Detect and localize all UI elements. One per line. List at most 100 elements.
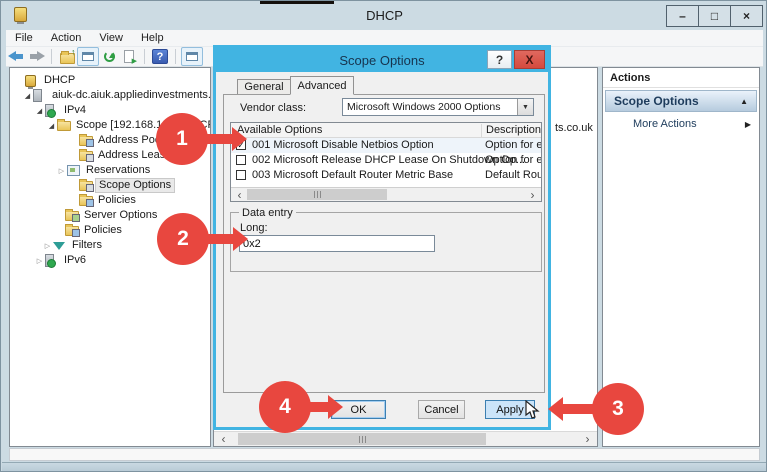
dialog-title: Scope Options [339,53,424,68]
annotation-arrow-2 [205,234,233,244]
scroll-left-button[interactable]: ‹ [216,432,231,446]
annotation-arrow-3 [563,404,595,414]
tab-general[interactable]: General [237,79,291,95]
policies-icon [79,196,95,206]
close-button[interactable]: × [730,5,763,27]
show-action-pane-button[interactable] [181,47,203,66]
collapsed-triangle-icon[interactable]: ▷ [56,167,67,175]
more-actions-label: More Actions [633,118,697,130]
tree-item-server[interactable]: ◢ aiuk-dc.aiuk.appliedinvestments.co.uk [10,88,210,103]
scroll-right-button[interactable]: › [580,432,595,446]
address-leases-icon [79,151,95,161]
column-description[interactable]: Description [481,124,541,138]
up-one-level-button[interactable] [57,48,77,66]
scrollbar-thumb[interactable] [247,189,387,200]
expanded-triangle-icon[interactable]: ◢ [34,107,45,115]
server-options-icon [65,211,81,221]
option-row-003[interactable]: 003 Microsoft Default Router Metric Base… [231,168,541,183]
forward-arrow-icon [28,51,45,62]
dialog-close-button[interactable]: X [514,50,545,69]
dialog-title-bar: Scope Options ? X [216,48,548,72]
list-header: Available Options Description [231,123,541,138]
window-title: DHCP [2,8,767,23]
annotation-step-1: 1 [156,113,208,165]
refresh-button[interactable] [99,48,119,66]
checkbox-unchecked-icon[interactable] [236,155,246,165]
ipv6-server-icon [45,254,61,267]
reservations-icon [67,165,83,176]
menu-file[interactable]: File [6,30,42,46]
collapse-section-icon[interactable]: ▲ [740,97,748,106]
list-horizontal-scrollbar[interactable]: ‹ › [231,187,541,201]
scope-options-icon [79,181,95,191]
vendor-class-label: Vendor class: [240,102,306,114]
annotation-arrow-1 [204,134,232,144]
show-console-tree-button[interactable] [77,47,99,66]
status-strip [9,448,760,461]
vendor-class-dropdown[interactable]: Microsoft Windows 2000 Options ▼ [342,98,534,116]
export-list-icon [124,50,134,63]
option-row-002[interactable]: 002 Microsoft Release DHCP Lease On Shut… [231,153,541,168]
annotation-arrow-4 [306,402,328,412]
toolbar-separator [144,49,145,64]
expanded-triangle-icon[interactable]: ◢ [46,122,57,130]
scrollbar-grip-icon [359,436,366,443]
dhcp-console-window: DHCP – □ × File Action View Help [0,0,767,472]
option-row-001[interactable]: 001 Microsoft Disable Netbios Option Opt… [231,138,541,153]
help-icon [152,49,168,64]
dropdown-arrow-icon[interactable]: ▼ [517,99,533,115]
window-controls: – □ × [667,5,763,27]
action-pane-icon [186,52,198,61]
tree-item-scope-options[interactable]: Scope Options [10,178,210,193]
console-window-icon [82,52,94,61]
help-button[interactable] [150,48,170,66]
annotation-arrowhead-2 [233,227,248,251]
actions-header: Actions [603,68,759,88]
forward-button[interactable] [26,48,46,66]
column-available-options[interactable]: Available Options [237,124,322,136]
long-value-input[interactable] [239,235,435,252]
collapsed-triangle-icon[interactable]: ▷ [34,257,45,265]
annotation-step-4: 4 [259,381,311,433]
annotation-arrowhead-1 [232,127,247,151]
address-pool-icon [79,136,95,146]
ipv4-server-icon [45,104,61,117]
back-arrow-icon [8,51,25,62]
minimize-button[interactable]: – [666,5,699,27]
annotation-arrowhead-3 [548,397,563,421]
back-button[interactable] [6,48,26,66]
server-icon [33,89,49,102]
cancel-button[interactable]: Cancel [418,400,465,419]
scroll-left-button[interactable]: ‹ [232,188,247,201]
menu-help[interactable]: Help [132,30,173,46]
menu-action[interactable]: Action [42,30,91,46]
folder-up-icon [60,53,75,64]
horizontal-scrollbar[interactable]: ‹ › [214,431,597,446]
scrollbar-thumb[interactable] [238,433,486,445]
scroll-right-button[interactable]: › [525,188,540,201]
vendor-class-value: Microsoft Windows 2000 Options [343,101,517,113]
expanded-triangle-icon[interactable]: ◢ [22,92,33,100]
export-list-button[interactable] [119,48,139,66]
refresh-icon [104,51,115,62]
dialog-help-button[interactable]: ? [487,50,512,69]
scrollbar-grip-icon [314,191,321,198]
cropped-text-artifact [260,1,334,4]
tree-item-reservations[interactable]: ▷ Reservations [10,163,210,178]
window-bottom-frame [2,462,767,472]
actions-section-title: Scope Options [614,94,699,108]
collapsed-triangle-icon[interactable]: ▷ [42,242,53,250]
submenu-arrow-icon: ▶ [745,120,751,129]
more-actions-item[interactable]: More Actions ▶ [603,114,759,134]
menu-view[interactable]: View [90,30,132,46]
tree-item-policies-scope[interactable]: Policies [10,193,210,208]
annotation-step-2: 2 [157,213,209,265]
toolbar-separator [51,49,52,64]
maximize-button[interactable]: □ [698,5,731,27]
dialog-controls: ? X [487,50,545,69]
tree-item-dhcp-root[interactable]: DHCP [10,73,210,88]
actions-section-scope-options[interactable]: Scope Options ▲ [605,90,757,112]
checkbox-unchecked-icon[interactable] [236,170,246,180]
tab-advanced[interactable]: Advanced [290,76,354,95]
policies-icon [65,226,81,236]
